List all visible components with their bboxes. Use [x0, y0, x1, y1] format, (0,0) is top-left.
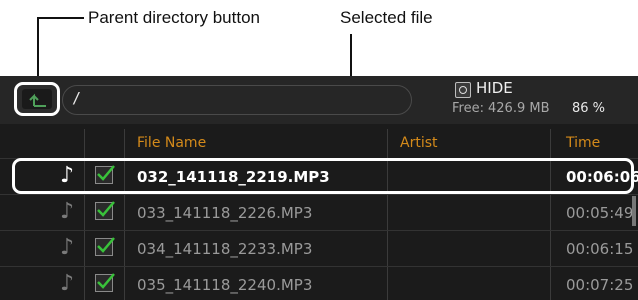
music-note-icon: ♪: [60, 271, 75, 296]
parent-directory-button[interactable]: [14, 82, 60, 116]
column-file-name[interactable]: File Name: [137, 129, 206, 157]
checkmark-icon: [97, 237, 115, 253]
checkbox[interactable]: [95, 237, 115, 256]
checkbox[interactable]: [95, 273, 115, 292]
selected-file-highlight: [12, 158, 634, 194]
checkmark-icon: [97, 273, 115, 289]
file-row[interactable]: ♪ 035_141118_2240.MP3 00:07:25: [0, 266, 638, 300]
file-time: 00:06:15: [566, 240, 634, 258]
parent-directory-callout: Parent directory button: [88, 8, 260, 27]
browser-toolbar: / HIDE Free: 426.9 MB 86 %: [0, 76, 638, 124]
file-time: 00:07:25: [566, 276, 634, 294]
column-artist[interactable]: Artist: [400, 129, 438, 157]
hide-icon[interactable]: [455, 82, 471, 98]
hide-button-label[interactable]: HIDE: [476, 79, 513, 97]
checkbox[interactable]: [95, 201, 115, 220]
free-space-value: 426.9 MB: [488, 101, 550, 116]
checkmark-icon: [97, 201, 115, 217]
file-name: 035_141118_2240.MP3: [137, 276, 313, 294]
music-note-icon: ♪: [60, 235, 75, 260]
scrollbar[interactable]: [632, 196, 636, 226]
path-field: [62, 85, 412, 115]
file-name: 033_141118_2226.MP3: [137, 204, 313, 222]
file-time: 00:05:49: [566, 204, 634, 222]
column-header-row: File Name Artist Time: [0, 129, 638, 157]
file-row[interactable]: ♪ 034_141118_2233.MP3 00:06:15: [0, 230, 638, 267]
selected-file-callout: Selected file: [340, 8, 433, 27]
usage-percent: 86 %: [572, 101, 606, 116]
parent-directory-leader-h: [37, 17, 84, 19]
free-space-label: Free:: [452, 101, 484, 116]
file-row[interactable]: ♪ 033_141118_2226.MP3 00:05:49: [0, 194, 638, 231]
up-arrow-icon: [29, 93, 46, 107]
parent-directory-leader-v: [37, 17, 39, 83]
music-note-icon: ♪: [60, 199, 75, 224]
file-name: 034_141118_2233.MP3: [137, 240, 313, 258]
current-path: /: [72, 89, 82, 107]
column-time[interactable]: Time: [566, 129, 600, 157]
